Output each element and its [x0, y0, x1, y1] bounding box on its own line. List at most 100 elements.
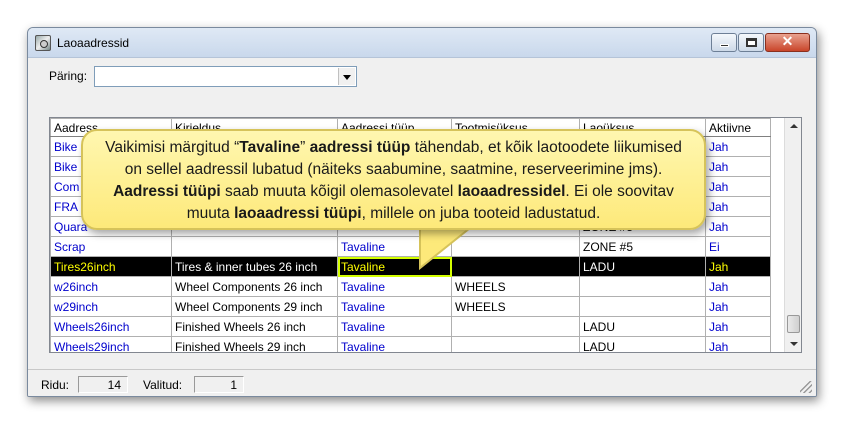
- selected-count-label: Valitud:: [143, 378, 183, 392]
- cell-description[interactable]: [171, 136, 338, 157]
- cell-description[interactable]: Finished Wheels 29 inch: [171, 336, 338, 352]
- cell-production-unit[interactable]: [451, 256, 580, 277]
- cell-address[interactable]: FRA: [50, 196, 172, 217]
- col-header-warehouse-unit[interactable]: Laoüksus: [579, 118, 706, 137]
- cell-production-unit[interactable]: [451, 236, 580, 257]
- cell-production-unit[interactable]: [451, 156, 580, 177]
- cell-warehouse-unit[interactable]: [579, 276, 706, 297]
- cell-description[interactable]: [171, 156, 338, 177]
- table-row[interactable]: Wheels26inch Finished Wheels 26 inch Tav…: [50, 316, 771, 337]
- cell-address-type[interactable]: [337, 196, 452, 217]
- col-header-production-unit[interactable]: Tootmisüksus: [451, 118, 580, 137]
- rows-count-value: 14: [78, 376, 128, 393]
- cell-warehouse-unit[interactable]: LADU: [579, 316, 706, 337]
- cell-production-unit[interactable]: [451, 216, 580, 237]
- col-header-address[interactable]: Aadress: [50, 118, 172, 137]
- cell-active[interactable]: Jah: [705, 156, 771, 177]
- cell-address[interactable]: w26inch: [50, 276, 172, 297]
- cell-warehouse-unit[interactable]: ZONE #5: [579, 216, 706, 237]
- table-row[interactable]: w26inch Wheel Components 26 inch Tavalin…: [50, 276, 771, 297]
- cell-active[interactable]: Jah: [705, 296, 771, 317]
- resize-grip-icon[interactable]: [800, 381, 812, 393]
- cell-active[interactable]: Jah: [705, 216, 771, 237]
- cell-warehouse-unit[interactable]: [579, 176, 706, 197]
- cell-active[interactable]: Jah: [705, 136, 771, 157]
- scroll-up-icon[interactable]: [785, 118, 801, 135]
- cell-address-type[interactable]: [337, 136, 452, 157]
- cell-address[interactable]: Bike: [50, 156, 172, 177]
- cell-address-type-highlighted[interactable]: Tavaline: [337, 256, 452, 277]
- cell-active[interactable]: Jah: [705, 276, 771, 297]
- cell-description[interactable]: [171, 176, 338, 197]
- cell-warehouse-unit[interactable]: LADU: [579, 336, 706, 352]
- table-row-selected[interactable]: Tires26inch Tires & inner tubes 26 inch …: [50, 256, 771, 277]
- cell-warehouse-unit[interactable]: [579, 196, 706, 217]
- cell-address[interactable]: Wheels26inch: [50, 316, 172, 337]
- col-header-address-type[interactable]: Aadressi tüüp: [337, 118, 452, 137]
- table-row[interactable]: Bike Jah: [50, 136, 771, 157]
- cell-address-type[interactable]: [337, 156, 452, 177]
- cell-production-unit[interactable]: [451, 336, 580, 352]
- col-header-active[interactable]: Aktiivne: [705, 118, 771, 137]
- cell-active[interactable]: Jah: [705, 336, 771, 352]
- table-row[interactable]: Quara ZONE #5 Jah: [50, 216, 771, 237]
- addresses-table: Aadress Kirjeldus Aadressi tüüp Tootmisü…: [50, 118, 771, 352]
- table-row[interactable]: Com Jah: [50, 176, 771, 197]
- cell-production-unit[interactable]: [451, 196, 580, 217]
- cell-description[interactable]: [171, 216, 338, 237]
- cell-address-type[interactable]: [337, 176, 452, 197]
- cell-address-type[interactable]: Tavaline: [337, 276, 452, 297]
- table-row[interactable]: Bike Jah: [50, 156, 771, 177]
- cell-address-type[interactable]: Tavaline: [337, 316, 452, 337]
- table-row[interactable]: w29inch Wheel Components 29 inch Tavalin…: [50, 296, 771, 317]
- vertical-scrollbar[interactable]: [784, 118, 801, 352]
- cell-active[interactable]: Ei: [705, 236, 771, 257]
- col-header-description[interactable]: Kirjeldus: [171, 118, 338, 137]
- cell-active[interactable]: Jah: [705, 176, 771, 197]
- cell-warehouse-unit[interactable]: [579, 296, 706, 317]
- cell-address-type[interactable]: Tavaline: [337, 336, 452, 352]
- cell-address[interactable]: Bike: [50, 136, 172, 157]
- cell-address[interactable]: Scrap: [50, 236, 172, 257]
- query-dropdown[interactable]: [94, 66, 357, 87]
- cell-active[interactable]: Jah: [705, 256, 771, 277]
- cell-production-unit[interactable]: [451, 136, 580, 157]
- title-bar[interactable]: Laoaadressid ✕: [28, 28, 816, 58]
- cell-description[interactable]: Wheel Components 26 inch: [171, 276, 338, 297]
- scrollbar-thumb[interactable]: [787, 315, 800, 333]
- cell-warehouse-unit[interactable]: [579, 156, 706, 177]
- cell-description[interactable]: Finished Wheels 26 inch: [171, 316, 338, 337]
- cell-address[interactable]: Com: [50, 176, 172, 197]
- cell-warehouse-unit[interactable]: ZONE #5: [579, 236, 706, 257]
- cell-description[interactable]: [171, 236, 338, 257]
- cell-address[interactable]: Wheels29inch: [50, 336, 172, 352]
- minimize-button[interactable]: [711, 33, 737, 52]
- cell-address[interactable]: w29inch: [50, 296, 172, 317]
- addresses-grid: Aadress Kirjeldus Aadressi tüüp Tootmisü…: [49, 117, 802, 353]
- cell-production-unit[interactable]: WHEELS: [451, 276, 580, 297]
- table-row[interactable]: Scrap Tavaline ZONE #5 Ei: [50, 236, 771, 257]
- cell-description[interactable]: [171, 196, 338, 217]
- cell-warehouse-unit[interactable]: [579, 136, 706, 157]
- maximize-button[interactable]: [738, 33, 764, 52]
- cell-address-type[interactable]: Tavaline: [337, 296, 452, 317]
- cell-address-type[interactable]: Tavaline: [337, 236, 452, 257]
- cell-production-unit[interactable]: [451, 316, 580, 337]
- scroll-down-icon[interactable]: [785, 335, 801, 352]
- table-row[interactable]: FRA Jah: [50, 196, 771, 217]
- cell-active[interactable]: Jah: [705, 196, 771, 217]
- table-row[interactable]: Wheels29inch Finished Wheels 29 inch Tav…: [50, 336, 771, 352]
- cell-description[interactable]: Wheel Components 29 inch: [171, 296, 338, 317]
- cell-production-unit[interactable]: [451, 176, 580, 197]
- cell-address[interactable]: Quara: [50, 216, 172, 237]
- cell-production-unit[interactable]: WHEELS: [451, 296, 580, 317]
- query-label: Päring:: [49, 69, 88, 83]
- cell-description[interactable]: Tires & inner tubes 26 inch: [171, 256, 338, 277]
- close-button[interactable]: ✕: [765, 33, 810, 52]
- cell-warehouse-unit[interactable]: LADU: [579, 256, 706, 277]
- window-title: Laoaadressid: [57, 36, 130, 50]
- chevron-down-icon[interactable]: [338, 68, 355, 85]
- cell-address[interactable]: Tires26inch: [50, 256, 172, 277]
- cell-address-type[interactable]: [337, 216, 452, 237]
- cell-active[interactable]: Jah: [705, 316, 771, 337]
